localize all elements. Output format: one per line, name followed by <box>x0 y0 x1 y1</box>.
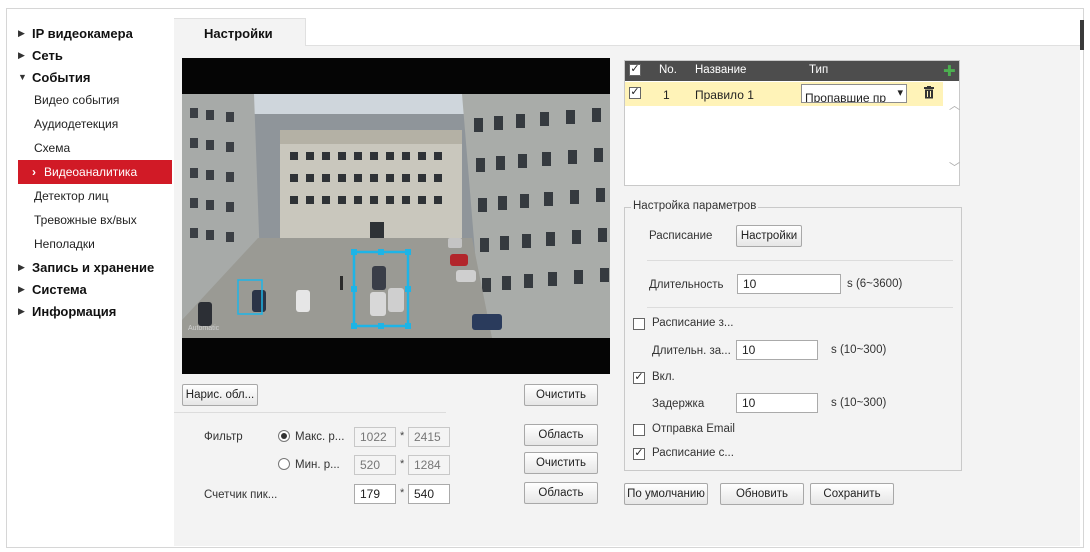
col-type-header: Тип <box>809 64 829 76</box>
chevron-down-icon: ▾ <box>897 87 903 99</box>
sidebar-item-information[interactable]: ▶ Информация <box>18 300 172 322</box>
default-button[interactable]: По умолчанию <box>624 483 708 505</box>
duration2-range: s (10~300) <box>831 344 887 356</box>
schedule-settings-button[interactable]: Настройки <box>736 225 802 247</box>
camera-scene <box>182 58 610 374</box>
duration-label: Длительность <box>649 279 724 291</box>
sidebar-subitem-audio-detection[interactable]: Аудиодетекция <box>18 112 172 136</box>
sidebar-item-label: Система <box>32 281 87 297</box>
sidebar-subitem-face-detector[interactable]: Детектор лиц <box>18 184 172 208</box>
schedule-label: Расписание <box>649 230 713 242</box>
row-checkbox[interactable]: ✓ <box>629 87 641 99</box>
schedule-c-checkbox[interactable]: ✓ <box>633 448 645 460</box>
max-size-label: Макс. р... <box>295 431 345 443</box>
rule-type-value: Пропавшие пр <box>805 91 887 103</box>
triangle-right-icon: ▶ <box>18 283 25 294</box>
min-width-input[interactable]: 520 <box>354 455 396 475</box>
params-fieldset: Настройка параметров Расписание Настройк… <box>624 200 962 471</box>
triangle-right-icon: ▶ <box>18 261 25 272</box>
sidebar-subitem-faults[interactable]: Неполадки <box>18 232 172 256</box>
refresh-button[interactable]: Обновить <box>720 483 804 505</box>
save-button[interactable]: Сохранить <box>810 483 894 505</box>
enable-label: Вкл. <box>652 371 675 383</box>
duration-range: s (6~3600) <box>847 278 903 290</box>
enable-checkbox[interactable]: ✓ <box>633 372 645 384</box>
main-panel: Настройки Automatic Нарис. обл... Очисти… <box>174 18 1080 546</box>
filter-label: Фильтр <box>204 431 243 443</box>
sidebar-nav: ▶ IP видеокамера ▶ Сеть ▼ События Видео … <box>18 22 172 322</box>
duration2-input[interactable]: 10 <box>736 340 818 360</box>
table-row[interactable]: ✓ 1 Правило 1 Пропавшие пр ▾ <box>625 82 943 106</box>
max-height-input[interactable]: 2415 <box>408 427 450 447</box>
divider <box>174 412 446 413</box>
schedule-z-checkbox[interactable] <box>633 318 645 330</box>
col-name-header: Название <box>695 64 747 76</box>
triangle-right-icon: ▶ <box>18 27 25 38</box>
sidebar-item-label: Видеоаналитика <box>44 165 138 179</box>
delay-input[interactable]: 10 <box>736 393 818 413</box>
add-rule-icon[interactable]: ✚ <box>943 64 956 80</box>
min-size-label: Мин. р... <box>295 459 340 471</box>
schedule-z-label: Расписание з... <box>652 317 734 329</box>
triangle-right-icon: ▶ <box>18 49 25 60</box>
video-timestamp: Automatic <box>188 325 220 332</box>
pixel-area-button[interactable]: Область <box>524 482 598 504</box>
times-sign: * <box>400 430 405 442</box>
schedule-c-label: Расписание с... <box>652 447 734 459</box>
tab-bar: Настройки <box>174 18 1080 46</box>
rule-no: 1 <box>663 88 670 102</box>
clear-button[interactable]: Очистить <box>524 384 598 406</box>
sidebar-subitem-video-analytics[interactable]: › Видеоаналитика <box>18 160 172 184</box>
email-checkbox[interactable] <box>633 424 645 436</box>
clear2-button[interactable]: Очистить <box>524 452 598 474</box>
sidebar-item-label: Сеть <box>32 47 63 63</box>
scroll-down-icon[interactable]: ﹀ <box>949 159 960 175</box>
max-size-radio[interactable] <box>278 430 290 442</box>
select-all-checkbox[interactable]: ✓ <box>629 64 641 76</box>
pixel-counter-label: Счетчик пик... <box>204 489 278 501</box>
times-sign: * <box>400 487 405 499</box>
sidebar-subitem-video-events[interactable]: Видео события <box>18 88 172 112</box>
min-size-radio[interactable] <box>278 458 290 470</box>
rules-table: ✓ No. Название Тип ✚ ✓ 1 Правило 1 Пропа… <box>624 60 960 186</box>
max-area-button[interactable]: Область <box>524 424 598 446</box>
sidebar-item-system[interactable]: ▶ Система <box>18 278 172 300</box>
sidebar-item-network[interactable]: ▶ Сеть <box>18 44 172 66</box>
trash-icon[interactable] <box>924 86 934 99</box>
sidebar-item-events[interactable]: ▼ События <box>18 66 172 88</box>
times-sign: * <box>400 458 405 470</box>
duration-input[interactable]: 10 <box>737 274 841 294</box>
video-preview[interactable]: Automatic <box>182 58 610 374</box>
rule-type-select[interactable]: Пропавшие пр ▾ <box>801 84 907 103</box>
sidebar-subitem-scheme[interactable]: Схема <box>18 136 172 160</box>
sidebar-item-label: Запись и хранение <box>32 259 155 275</box>
email-label: Отправка Email <box>652 423 735 435</box>
min-height-input[interactable]: 1284 <box>408 455 450 475</box>
rule-name: Правило 1 <box>695 88 754 102</box>
scroll-up-icon[interactable]: ︿ <box>949 97 960 113</box>
max-width-input[interactable]: 1022 <box>354 427 396 447</box>
rules-table-header: ✓ No. Название Тип ✚ <box>625 61 959 81</box>
sidebar-item-label: События <box>32 69 91 85</box>
sidebar-item-recording-storage[interactable]: ▶ Запись и хранение <box>18 256 172 278</box>
sidebar-item-label: IP видеокамера <box>32 25 133 41</box>
duration2-label: Длительн. за... <box>652 345 731 357</box>
pixel-width-input[interactable]: 179 <box>354 484 396 504</box>
divider <box>647 307 953 308</box>
col-no-header: No. <box>659 64 677 76</box>
params-legend: Настройка параметров <box>631 200 759 212</box>
sidebar-item-label: Информация <box>32 303 117 319</box>
tab-settings[interactable]: Настройки <box>174 18 306 46</box>
chevron-right-icon: › <box>32 165 36 179</box>
divider <box>647 260 953 261</box>
triangle-right-icon: ▶ <box>18 305 25 316</box>
sidebar-subitem-alarm-io[interactable]: Тревожные вх/вых <box>18 208 172 232</box>
sidebar-item-ip-camera[interactable]: ▶ IP видеокамера <box>18 22 172 44</box>
draw-area-button[interactable]: Нарис. обл... <box>182 384 258 406</box>
delay-label: Задержка <box>652 398 705 410</box>
triangle-down-icon: ▼ <box>18 72 27 82</box>
pixel-height-input[interactable]: 540 <box>408 484 450 504</box>
delay-range: s (10~300) <box>831 397 887 409</box>
